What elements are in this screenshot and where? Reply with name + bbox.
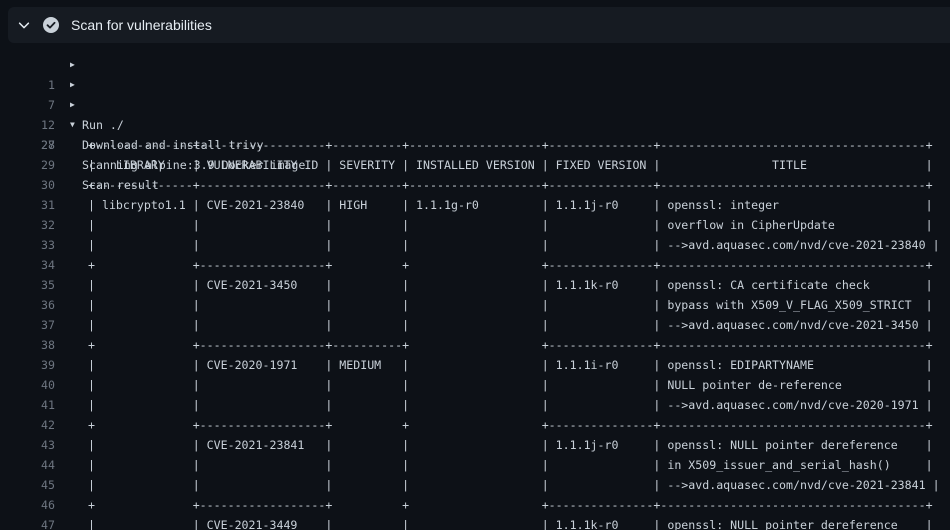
log-text: + +------------------+----------+ +-----… xyxy=(88,338,933,352)
log-line: 34 + +------------------+ + +------------… xyxy=(0,255,950,275)
log-text: | | | | | | -->avd.aquasec.com/nvd/cve-2… xyxy=(88,238,940,252)
line-number[interactable]: 40 xyxy=(0,375,55,395)
line-number[interactable]: 38 xyxy=(0,335,55,355)
line-number[interactable]: 30 xyxy=(0,175,55,195)
log-text: | | | | | | overflow in CipherUpdate | xyxy=(88,218,933,232)
line-number[interactable]: 28 xyxy=(0,135,55,155)
log-text: + +------------------+ + +--------------… xyxy=(88,418,933,432)
expand-down-icon[interactable]: ▼ xyxy=(70,115,75,135)
log-group-row[interactable]: 7 ▶ Download and install trivy xyxy=(0,75,950,152)
step-header[interactable]: Scan for vulnerabilities xyxy=(8,7,950,43)
log-line: 29 | LIBRARY | VULNERABILITY ID | SEVERIT… xyxy=(0,155,950,175)
log-line: 39 | | CVE-2020-1971 | MEDIUM | | 1.1.1i-… xyxy=(0,355,950,375)
line-number[interactable]: 32 xyxy=(0,215,55,235)
log-group-row[interactable]: 1 ▶ Run ./ xyxy=(0,55,950,132)
log-text: | | CVE-2020-1971 | MEDIUM | | 1.1.1i-r0… xyxy=(88,358,933,372)
log-line: 40 | | | | | | NULL pointer de-reference … xyxy=(0,375,950,395)
log-text: | | | | | | -->avd.aquasec.com/nvd/cve-2… xyxy=(88,318,933,332)
log-group-row[interactable]: 12 ▶ Scanning alpine:3.9 Docker image xyxy=(0,95,950,172)
line-number[interactable]: 37 xyxy=(0,315,55,335)
line-number[interactable]: 46 xyxy=(0,495,55,515)
line-number[interactable]: 39 xyxy=(0,355,55,375)
log-text: | | | | | | bypass with X509_V_FLAG_X509… xyxy=(88,298,933,312)
log-text: | | | | | | in X509_issuer_and_serial_ha… xyxy=(88,458,933,472)
log-text: + +------------------+ + +--------------… xyxy=(88,498,933,512)
log-line: 47 | | CVE-2021-3449 | | | 1.1.1k-r0 | op… xyxy=(0,515,950,530)
expand-right-icon[interactable]: ▶ xyxy=(70,55,75,75)
step-title: Scan for vulnerabilities xyxy=(71,17,212,33)
log-text: + +------------------+ + +--------------… xyxy=(88,258,933,272)
log-line: 28 +--------------+------------------+---… xyxy=(0,135,950,155)
line-number[interactable]: 34 xyxy=(0,255,55,275)
line-number[interactable]: 43 xyxy=(0,435,55,455)
log-line: 30 +--------------+------------------+---… xyxy=(0,175,950,195)
log-line: 31 | libcrypto1.1 | CVE-2021-23840 | HIGH… xyxy=(0,195,950,215)
line-number[interactable]: 42 xyxy=(0,415,55,435)
chevron-down-icon[interactable] xyxy=(17,18,31,32)
line-number[interactable]: 29 xyxy=(0,155,55,175)
log-line: 41 | | | | | | -->avd.aquasec.com/nvd/cve… xyxy=(0,395,950,415)
log-text: | | | | | | NULL pointer de-reference | xyxy=(88,378,933,392)
log-group-row[interactable]: 27 ▼ Scan result xyxy=(0,115,950,192)
log-line: 46 + +------------------+ + +------------… xyxy=(0,495,950,515)
log-text: | LIBRARY | VULNERABILITY ID | SEVERITY … xyxy=(88,158,933,172)
log-line: 37 | | | | | | -->avd.aquasec.com/nvd/cve… xyxy=(0,315,950,335)
success-check-icon xyxy=(43,17,59,33)
log-text: | | CVE-2021-3449 | | | 1.1.1k-r0 | open… xyxy=(88,518,933,530)
expand-right-icon[interactable]: ▶ xyxy=(70,95,75,115)
log-line: 42 + +------------------+ + +------------… xyxy=(0,415,950,435)
line-number[interactable]: 35 xyxy=(0,275,55,295)
line-number[interactable]: 44 xyxy=(0,455,55,475)
line-number[interactable]: 41 xyxy=(0,395,55,415)
line-number[interactable]: 31 xyxy=(0,195,55,215)
log-text: | | | | | | -->avd.aquasec.com/nvd/cve-2… xyxy=(88,398,933,412)
line-number[interactable]: 45 xyxy=(0,475,55,495)
log-line: 45 | | | | | | -->avd.aquasec.com/nvd/cve… xyxy=(0,475,950,495)
log-text: | | CVE-2021-23841 | | | 1.1.1j-r0 | ope… xyxy=(88,438,933,452)
log-text: +--------------+------------------+-----… xyxy=(88,178,933,192)
log-output: 1 ▶ Run ./ 7 ▶ Download and install triv… xyxy=(0,55,950,530)
log-line: 33 | | | | | | -->avd.aquasec.com/nvd/cve… xyxy=(0,235,950,255)
line-number[interactable]: 47 xyxy=(0,515,55,530)
log-line: 44 | | | | | | in X509_issuer_and_serial_… xyxy=(0,455,950,475)
log-line: 36 | | | | | | bypass with X509_V_FLAG_X5… xyxy=(0,295,950,315)
line-number[interactable]: 36 xyxy=(0,295,55,315)
log-text: | | CVE-2021-3450 | | | 1.1.1k-r0 | open… xyxy=(88,278,933,292)
log-text: | | | | | | -->avd.aquasec.com/nvd/cve-2… xyxy=(88,478,940,492)
log-text: +--------------+------------------+-----… xyxy=(88,138,933,152)
expand-right-icon[interactable]: ▶ xyxy=(70,75,75,95)
log-line: 38 + +------------------+----------+ +---… xyxy=(0,335,950,355)
line-number[interactable]: 33 xyxy=(0,235,55,255)
log-line: 43 | | CVE-2021-23841 | | | 1.1.1j-r0 | o… xyxy=(0,435,950,455)
log-line: 35 | | CVE-2021-3450 | | | 1.1.1k-r0 | op… xyxy=(0,275,950,295)
log-text: | libcrypto1.1 | CVE-2021-23840 | HIGH |… xyxy=(88,198,933,212)
log-line: 32 | | | | | | overflow in CipherUpdate | xyxy=(0,215,950,235)
